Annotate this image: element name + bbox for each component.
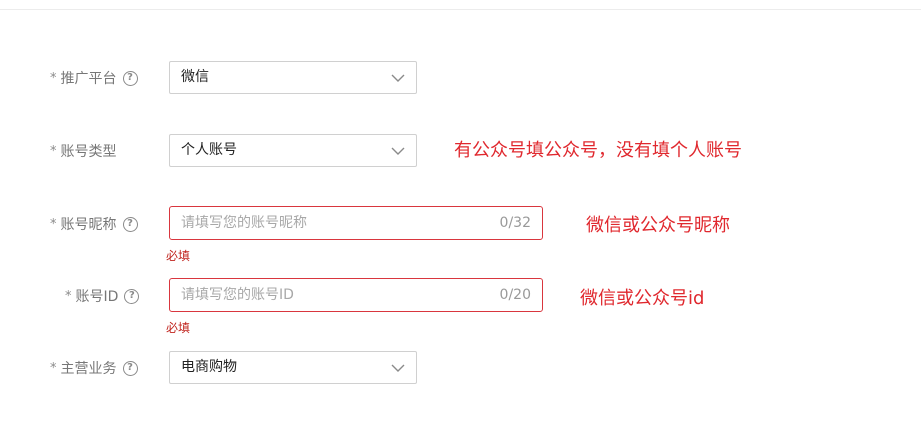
platform-select[interactable]: 微信 [169,61,417,94]
account-id-label: 账号ID [75,289,119,305]
nickname-label-group: * 账号昵称 ? [50,207,138,241]
account-type-label: 账号类型 [60,144,117,160]
required-mark: * [65,288,72,304]
main-business-select-value: 电商购物 [181,359,237,375]
account-type-label-group: * 账号类型 [50,134,117,168]
account-type-select-value: 个人账号 [181,142,237,158]
main-business-select[interactable]: 电商购物 [169,351,417,384]
account-type-annotation: 有公众号填公众号，没有填个人账号 [454,140,742,161]
required-mark: * [50,70,57,86]
required-mark: * [50,143,57,159]
account-id-error-message: 必填 [166,321,191,335]
account-type-select[interactable]: 个人账号 [169,134,417,167]
nickname-error-message: 必填 [166,249,191,263]
chevron-down-icon [391,147,405,155]
nickname-char-counter: 0/32 [499,215,531,231]
nickname-annotation: 微信或公众号昵称 [586,215,730,236]
top-divider [0,9,921,10]
nickname-input[interactable] [170,207,481,239]
question-circle-icon[interactable]: ? [122,216,138,232]
platform-label: 推广平台 [60,71,117,87]
account-form-page: * 推广平台 ? 微信 * 账号类型 个人账号 有公众号填公众号，没有填个人账号… [0,0,921,434]
platform-label-group: * 推广平台 ? [50,61,138,95]
main-business-label-group: * 主营业务 ? [50,351,138,385]
account-id-annotation: 微信或公众号id [580,288,705,309]
account-id-field: 0/20 [169,278,543,312]
chevron-down-icon [391,364,405,372]
question-circle-icon[interactable]: ? [124,288,140,304]
platform-select-value: 微信 [181,69,209,85]
nickname-label: 账号昵称 [60,217,117,233]
account-id-label-group: * 账号ID ? [65,279,140,313]
required-mark: * [50,360,57,376]
nickname-field: 0/32 [169,206,543,240]
main-business-label: 主营业务 [60,361,117,377]
question-circle-icon[interactable]: ? [122,70,138,86]
required-mark: * [50,216,57,232]
chevron-down-icon [391,74,405,82]
question-circle-icon[interactable]: ? [122,360,138,376]
account-id-input[interactable] [170,279,481,311]
account-id-char-counter: 0/20 [499,287,531,303]
